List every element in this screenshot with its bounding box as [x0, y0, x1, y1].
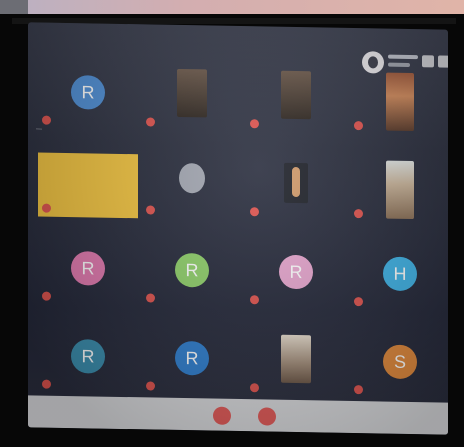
participant-tile[interactable]	[350, 70, 448, 136]
participant-caption	[354, 121, 367, 131]
mic-muted-icon	[250, 207, 259, 217]
mic-muted-icon	[354, 385, 363, 395]
participant-video	[386, 72, 414, 132]
mute-icon[interactable]	[213, 406, 231, 425]
participant-tile[interactable]	[246, 156, 346, 222]
participant-caption	[354, 209, 367, 219]
fullscreen-icon[interactable]	[438, 55, 448, 68]
mic-muted-icon	[146, 117, 155, 127]
participant-tile[interactable]	[246, 332, 346, 398]
participant-caption	[146, 205, 159, 215]
participant-tile[interactable]: R	[38, 329, 138, 395]
participant-caption	[146, 381, 159, 391]
participant-tile[interactable]: R	[246, 244, 346, 310]
participant-caption	[250, 383, 263, 393]
mic-muted-icon	[354, 297, 363, 307]
participant-tile[interactable]: H	[350, 246, 448, 312]
host-subtitle-placeholder	[388, 62, 410, 68]
participant-video	[386, 160, 414, 220]
participant-tile[interactable]	[246, 68, 346, 134]
mic-muted-icon	[42, 379, 51, 389]
participant-avatar: R	[71, 75, 105, 110]
participant-tile[interactable]	[350, 158, 448, 224]
participant-caption	[354, 385, 367, 395]
participant-caption	[250, 295, 263, 305]
participant-tile[interactable]	[142, 66, 242, 132]
background-strip	[0, 0, 464, 14]
participant-caption	[42, 379, 55, 389]
participant-avatar: S	[383, 344, 417, 380]
participant-video	[284, 162, 308, 204]
leave-icon[interactable]	[258, 407, 276, 426]
participant-avatar: R	[71, 251, 105, 286]
participant-caption	[250, 119, 263, 129]
layout-icon[interactable]	[422, 55, 434, 68]
mic-muted-icon	[250, 383, 259, 393]
participant-avatar: R	[175, 252, 209, 288]
participant-tile[interactable]	[142, 154, 242, 220]
mic-muted-icon	[42, 115, 51, 125]
mic-muted-icon	[42, 203, 51, 213]
mic-muted-icon	[250, 119, 259, 129]
mic-muted-icon	[354, 209, 363, 219]
mic-muted-icon	[146, 293, 155, 303]
participant-video	[281, 334, 311, 384]
participant-caption	[42, 291, 55, 301]
participant-tile[interactable]	[38, 152, 138, 219]
participant-avatar: R	[279, 254, 313, 290]
participant-caption	[354, 297, 367, 307]
participant-caption	[42, 203, 55, 213]
participant-tile[interactable]: R	[142, 242, 242, 308]
participant-avatar: H	[383, 256, 417, 292]
participant-caption	[42, 115, 55, 125]
mic-muted-icon	[146, 381, 155, 391]
participant-tile[interactable]: R	[142, 330, 242, 396]
mic-muted-icon	[354, 121, 363, 131]
mic-muted-icon	[42, 291, 51, 301]
mic-muted-icon	[146, 205, 155, 215]
participant-caption	[250, 207, 263, 217]
participant-avatar: R	[71, 339, 105, 374]
host-name-placeholder	[388, 54, 418, 60]
participant-caption	[146, 293, 159, 303]
participant-caption	[146, 117, 159, 127]
mic-muted-icon	[250, 295, 259, 305]
participant-tile[interactable]: R	[38, 65, 138, 131]
video-call-screen: — RRRRHRRS	[28, 22, 448, 435]
background-tab	[0, 0, 28, 14]
participant-video	[281, 70, 311, 120]
participant-tile[interactable]: S	[350, 334, 448, 400]
participant-video	[177, 68, 207, 118]
participant-tile[interactable]: R	[38, 241, 138, 307]
participant-avatar: R	[175, 340, 209, 376]
participant-video	[179, 162, 205, 194]
